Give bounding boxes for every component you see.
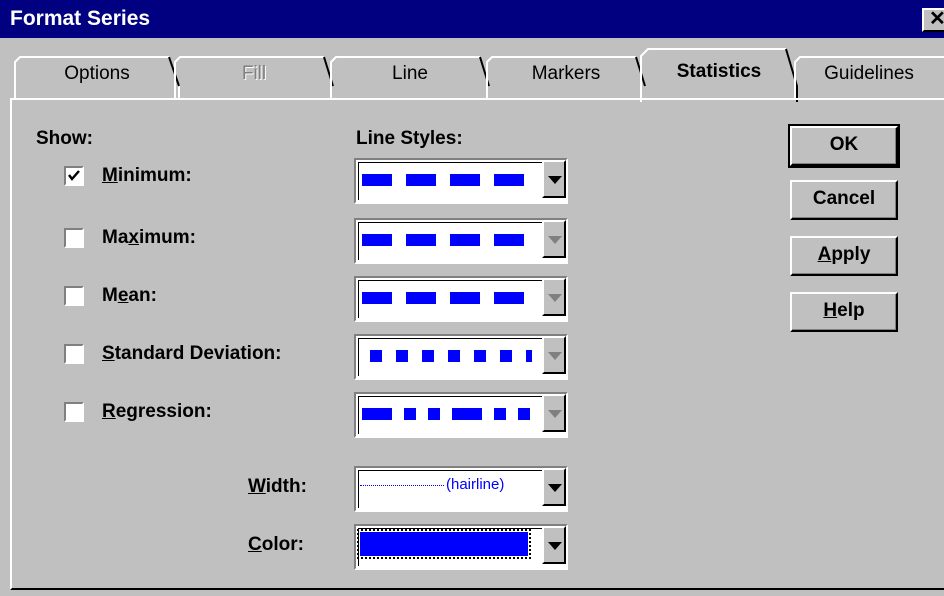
standard-deviation-checkbox[interactable] (64, 344, 84, 364)
chevron-down-icon (548, 484, 562, 492)
chevron-down-icon (548, 542, 562, 550)
tab-line[interactable]: Line (330, 56, 490, 100)
tab-statistics[interactable]: Statistics (640, 48, 798, 102)
mean-line-style-select[interactable] (354, 276, 568, 322)
show-header: Show: (36, 128, 93, 149)
tab-markers[interactable]: Markers (486, 56, 646, 100)
width-value: (hairline) (360, 476, 504, 493)
maximum-dropdown-button[interactable] (542, 220, 566, 258)
title-bar[interactable]: Format Series ✕ (0, 0, 944, 38)
maximum-label: Maximum: (102, 227, 196, 248)
color-dropdown-button[interactable] (542, 526, 566, 564)
width-select[interactable]: (hairline) (354, 466, 568, 512)
standard-deviation-label: Standard Deviation: (102, 343, 282, 364)
dash-line-swatch (362, 174, 532, 186)
standard-deviation-line-style-select[interactable] (354, 334, 568, 380)
mean-checkbox[interactable] (64, 286, 84, 306)
chevron-down-icon (548, 294, 562, 302)
regression-label: Regression: (102, 401, 212, 422)
minimum-label: Minimum: (102, 165, 192, 186)
tab-options-label: Options (64, 63, 130, 84)
close-button[interactable]: ✕ (922, 8, 944, 32)
tab-markers-label: Markers (531, 63, 601, 84)
color-label: Color: (248, 534, 304, 555)
dash-line-swatch (362, 234, 532, 246)
minimum-dropdown-button[interactable] (542, 160, 566, 198)
help-button[interactable]: Help (790, 292, 898, 332)
dot-line-swatch (370, 350, 532, 362)
regression-dropdown-button[interactable] (542, 394, 566, 432)
regression-line-style-select[interactable] (354, 392, 568, 438)
color-select[interactable] (354, 524, 568, 570)
tab-statistics-label: Statistics (676, 61, 762, 82)
dialog-title: Format Series (10, 7, 151, 30)
ok-button[interactable]: OK (788, 124, 900, 168)
color-swatch (357, 529, 531, 559)
mean-label: Mean: (102, 285, 157, 306)
standard-deviation-dropdown-button[interactable] (542, 336, 566, 374)
line-styles-header: Line Styles: (356, 128, 463, 149)
chevron-down-icon (548, 410, 562, 418)
minimum-line-style-select[interactable] (354, 158, 568, 204)
maximum-line-style-select[interactable] (354, 218, 568, 264)
width-label: Width: (248, 476, 307, 497)
chevron-down-icon (548, 176, 562, 184)
cancel-button[interactable]: Cancel (790, 180, 898, 220)
mean-dropdown-button[interactable] (542, 278, 566, 316)
apply-button[interactable]: Apply (790, 236, 898, 276)
dash-dot-line-swatch (362, 408, 532, 420)
maximum-checkbox[interactable] (64, 228, 84, 248)
regression-checkbox[interactable] (64, 402, 84, 422)
tab-options[interactable]: Options (14, 56, 180, 100)
chevron-down-icon (548, 236, 562, 244)
hairline-swatch (360, 484, 444, 486)
tab-line-label: Line (392, 63, 428, 84)
tab-fill-label: Fill (241, 63, 267, 84)
tab-guidelines-label: Guidelines (824, 63, 914, 84)
dash-line-swatch (362, 292, 532, 304)
width-dropdown-button[interactable] (542, 468, 566, 506)
minimum-checkbox[interactable] (64, 166, 84, 186)
chevron-down-icon (548, 352, 562, 360)
format-series-dialog: Format Series ✕ Options Fill Line Marker… (0, 0, 944, 596)
close-icon: ✕ (929, 8, 944, 30)
tab-guidelines[interactable]: Guidelines (794, 56, 944, 100)
tab-fill: Fill (174, 56, 334, 100)
